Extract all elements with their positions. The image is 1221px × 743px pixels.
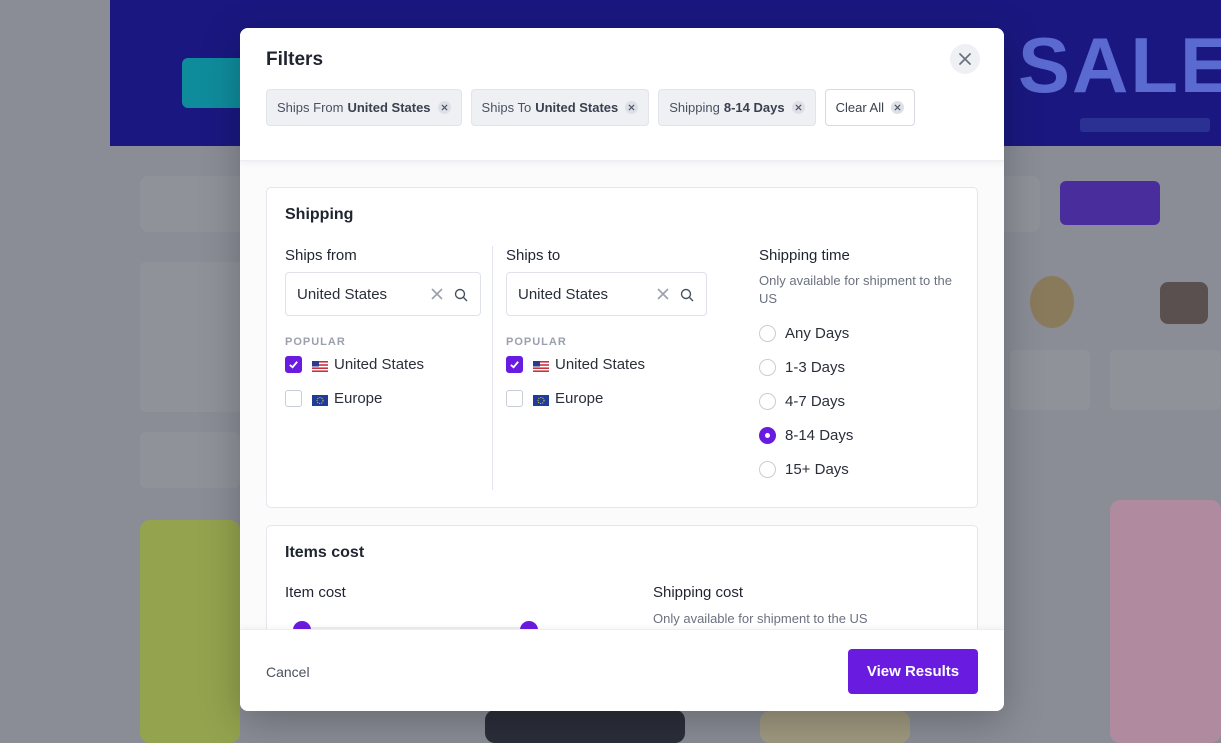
ships-to-label: Ships to <box>506 247 561 264</box>
radio-unselected[interactable] <box>759 325 776 342</box>
radio-unselected[interactable] <box>759 461 776 478</box>
us-flag-icon <box>533 359 549 372</box>
radio-unselected[interactable] <box>759 359 776 376</box>
shipping-time-option[interactable]: 1-3 Days <box>759 359 845 376</box>
promo-banner-text <box>180 14 187 42</box>
background-category-card <box>1110 350 1221 410</box>
chip-ships-to[interactable]: Ships To United States <box>470 89 650 126</box>
sale-subtitle-graphic <box>1080 118 1210 132</box>
background-category-icon <box>1160 282 1208 324</box>
view-results-button[interactable]: View Results <box>848 649 978 694</box>
shipping-title: Shipping <box>285 206 354 223</box>
option-label: Europe <box>555 390 604 407</box>
clear-all-chip[interactable]: Clear All <box>824 89 916 126</box>
close-button[interactable] <box>950 44 980 74</box>
items-cost-panel: Items cost Item cost Shipping cost Only … <box>266 525 978 629</box>
shipping-time-option[interactable]: Any Days <box>759 325 849 342</box>
chip-prefix: Shipping <box>669 100 720 115</box>
remove-chip-icon[interactable] <box>791 101 805 114</box>
checkbox-checked[interactable] <box>506 356 523 373</box>
background-product-image <box>140 520 240 743</box>
clear-all-icon[interactable] <box>891 101 905 114</box>
remove-chip-icon[interactable] <box>625 101 639 114</box>
option-label: United States <box>555 356 646 373</box>
close-icon <box>959 53 971 65</box>
modal-footer: Cancel View Results <box>240 629 1004 711</box>
popular-label: POPULAR <box>285 336 346 348</box>
chip-prefix: Ships To <box>481 100 532 115</box>
eu-flag-icon <box>533 393 549 406</box>
background-product-image <box>1110 500 1221 743</box>
radio-unselected[interactable] <box>759 393 776 410</box>
background-category-card <box>140 262 250 412</box>
modal-title: Filters <box>266 49 324 70</box>
remove-chip-icon[interactable] <box>437 101 451 114</box>
ships-to-value: United States <box>518 285 609 303</box>
ships-from-option-us[interactable]: United States <box>285 356 424 373</box>
modal-header: Filters Ships From United States Ships T… <box>240 28 1004 161</box>
radio-label: 4-7 Days <box>785 393 846 410</box>
clear-all-label: Clear All <box>835 100 885 115</box>
shipping-time-label: Shipping time <box>759 247 850 264</box>
option-label: United States <box>334 356 425 373</box>
background-search-button <box>1060 181 1160 225</box>
background-product-image <box>760 711 910 743</box>
item-cost-label: Item cost <box>285 584 346 601</box>
active-filter-chips: Ships From United States Ships To United… <box>266 89 916 126</box>
radio-label: Any Days <box>785 325 850 342</box>
shipping-time-option[interactable]: 15+ Days <box>759 461 849 478</box>
modal-body[interactable]: Shipping Ships from United States POPULA… <box>240 161 1004 629</box>
ships-to-input[interactable]: United States <box>506 272 707 316</box>
items-cost-title: Items cost <box>285 544 365 561</box>
cancel-button[interactable]: Cancel <box>266 664 310 680</box>
ships-to-option-europe[interactable]: Europe <box>506 390 603 407</box>
checkbox-unchecked[interactable] <box>506 390 523 407</box>
item-cost-min-handle[interactable] <box>293 621 311 629</box>
ships-from-input[interactable]: United States <box>285 272 481 316</box>
background-product-image <box>485 710 685 743</box>
radio-selected[interactable] <box>759 427 776 444</box>
option-label: Europe <box>334 390 383 407</box>
chip-value: 8-14 Days <box>723 100 785 115</box>
filters-modal: Filters Ships From United States Ships T… <box>240 28 1004 711</box>
shipping-cost-label: Shipping cost <box>653 584 744 601</box>
background-category-card <box>1010 350 1090 410</box>
ships-to-option-us[interactable]: United States <box>506 356 645 373</box>
chip-ships-from[interactable]: Ships From United States <box>266 89 462 126</box>
column-divider <box>492 246 493 490</box>
checkbox-unchecked[interactable] <box>285 390 302 407</box>
item-cost-max-handle[interactable] <box>520 621 538 629</box>
radio-label: 15+ Days <box>785 461 849 478</box>
us-flag-icon <box>312 359 328 372</box>
chip-prefix: Ships From <box>277 100 344 115</box>
sale-graphic: SALE <box>1018 21 1221 109</box>
ships-from-value: United States <box>297 285 388 303</box>
radio-label: 1-3 Days <box>785 359 846 376</box>
shipping-panel: Shipping Ships from United States POPULA… <box>266 187 978 508</box>
popular-label: POPULAR <box>506 336 567 348</box>
background-category-card <box>140 432 240 488</box>
shipping-time-option[interactable]: 4-7 Days <box>759 393 845 410</box>
background-category-icon <box>1030 276 1074 328</box>
eu-flag-icon <box>312 393 328 406</box>
chip-value: United States <box>347 100 431 115</box>
search-icon <box>454 288 468 302</box>
checkbox-checked[interactable] <box>285 356 302 373</box>
clear-input-icon[interactable] <box>430 287 444 301</box>
clear-input-icon[interactable] <box>656 287 670 301</box>
shipping-time-hint: Only available for shipment to the US <box>759 273 952 306</box>
chip-shipping-time[interactable]: Shipping 8-14 Days <box>658 89 816 126</box>
shipping-time-option-selected[interactable]: 8-14 Days <box>759 427 853 444</box>
radio-label: 8-14 Days <box>785 427 854 444</box>
ships-from-option-europe[interactable]: Europe <box>285 390 382 407</box>
shipping-cost-hint: Only available for shipment to the US <box>653 611 868 626</box>
search-icon <box>680 288 694 302</box>
chip-value: United States <box>535 100 619 115</box>
ships-from-label: Ships from <box>285 247 357 264</box>
